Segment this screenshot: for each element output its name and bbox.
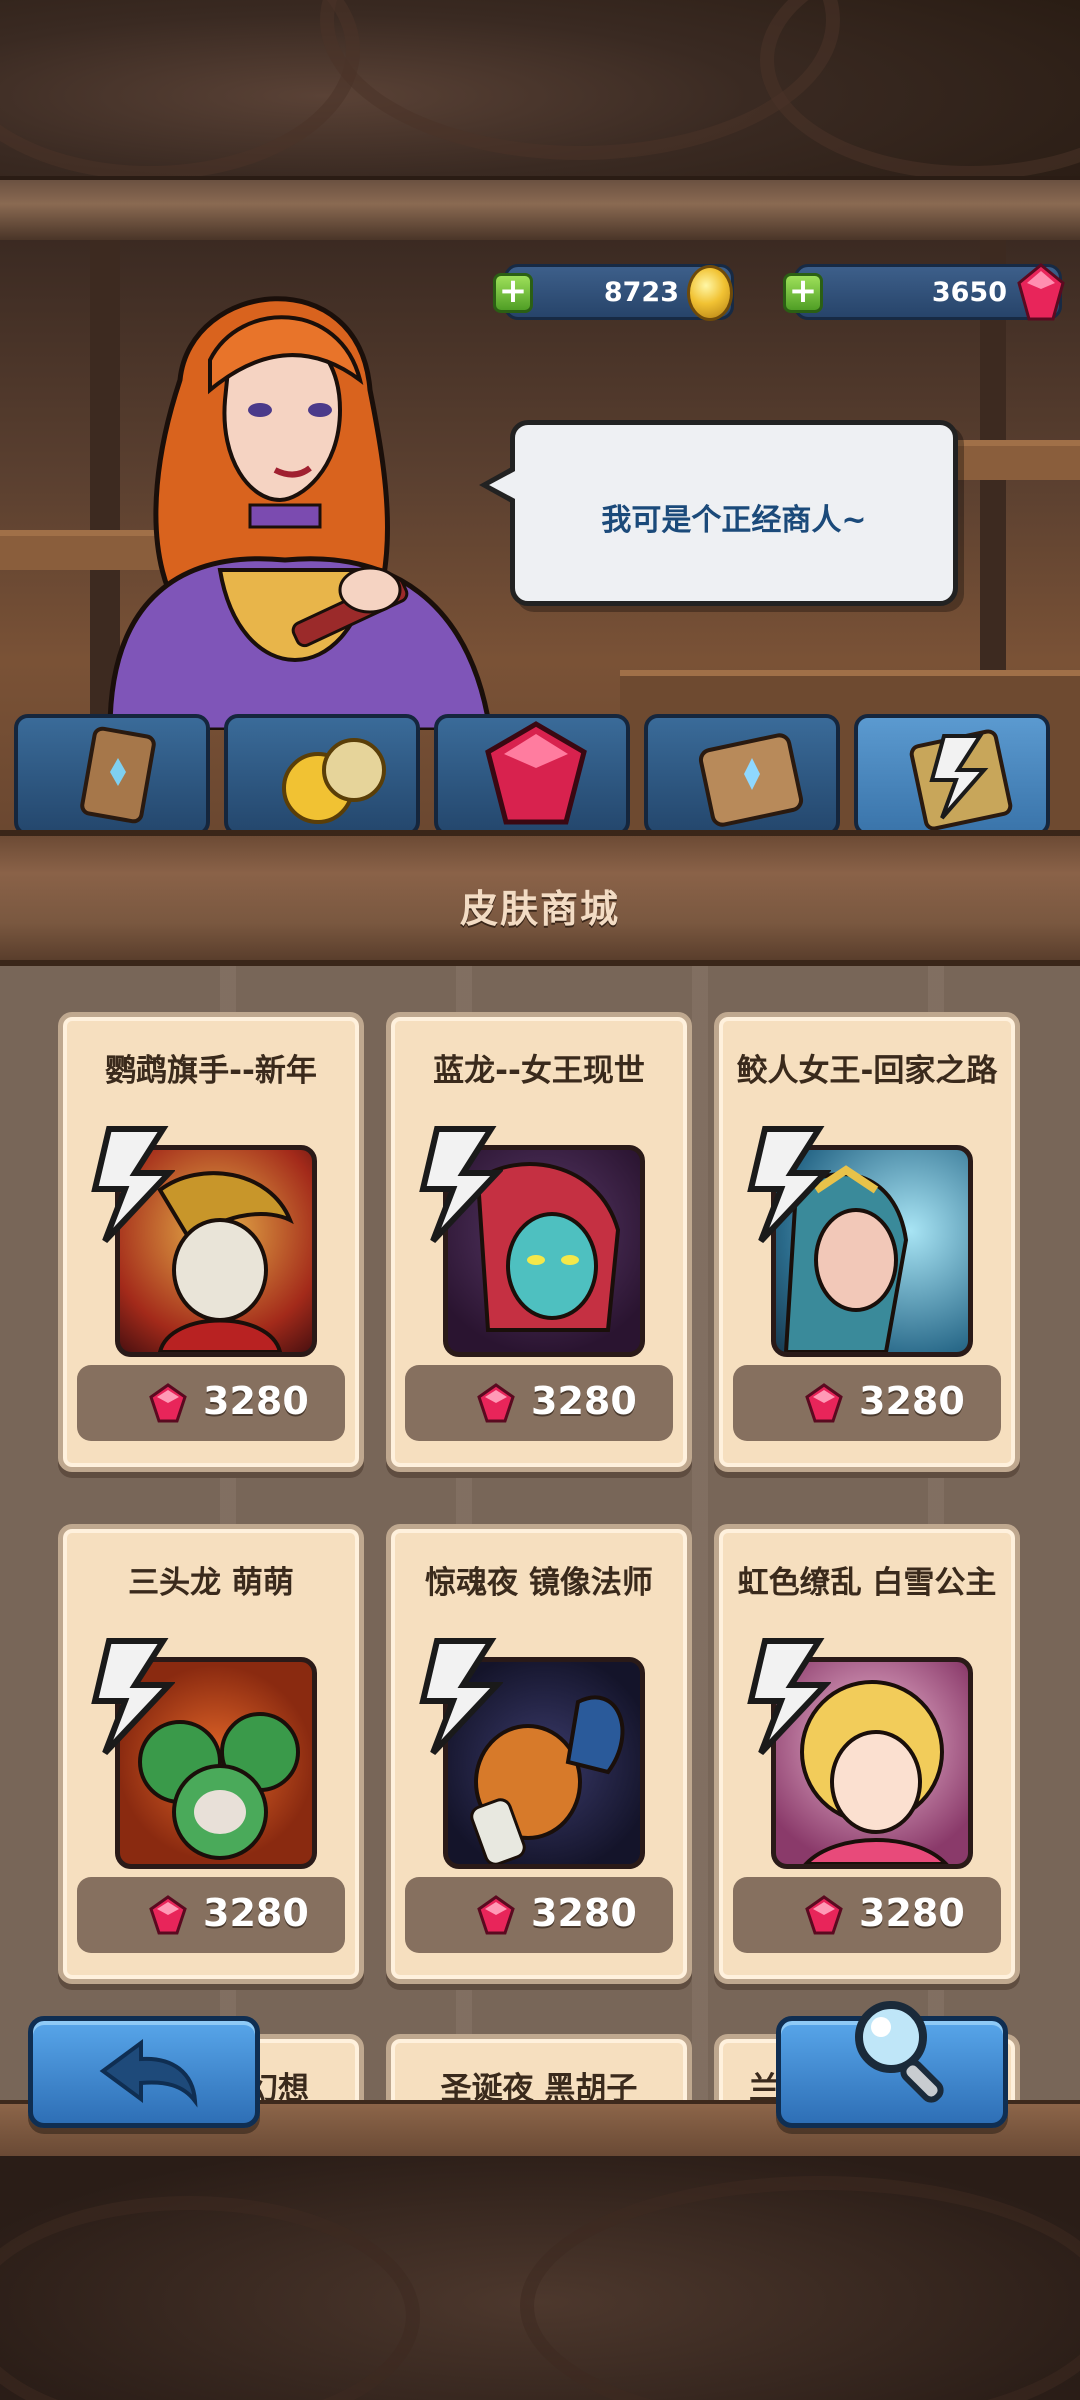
vine-decoration [520, 2176, 1080, 2400]
skin-card[interactable]: 惊魂夜 镜像法师 3280 [386, 1524, 692, 1984]
skin-name: 虹色缭乱 白雪公主 [737, 1565, 997, 1601]
bottom-frame [0, 2156, 1080, 2400]
price-tag: 3280 [77, 1365, 345, 1441]
skin-name: 鲛人女王-回家之路 [736, 1053, 998, 1089]
tab-skins[interactable] [854, 714, 1050, 836]
gem-counter: + 3650 [783, 263, 1065, 321]
search-icon [855, 2001, 944, 2103]
merchant-speech-bubble: 我可是个正经商人~ [479, 420, 958, 606]
price-tag: 3280 [733, 1365, 1001, 1441]
lightning-icon [91, 1638, 175, 1756]
skin-grid: 鹦鹉旗手--新年 3280 蓝龙--女王现世 3280 鲛人女王-回家之路 32… [0, 966, 1080, 2100]
vine-decoration [760, 0, 1080, 180]
skin-name: 三头龙 萌萌 [128, 1565, 294, 1601]
lightning-icon [747, 1126, 831, 1244]
gold-counter: + 8723 [493, 264, 734, 321]
price-value: 3280 [531, 1891, 637, 1935]
gold-amount: 8723 [603, 277, 679, 308]
gem-amount: 3650 [931, 277, 1007, 308]
gem-icon [149, 1895, 187, 1935]
tab-gold[interactable] [224, 714, 420, 836]
lightning-icon [419, 1126, 503, 1244]
gem-icon [149, 1383, 187, 1423]
coin-icon [687, 265, 733, 321]
merchant-speech-text: 我可是个正经商人~ [601, 503, 867, 538]
vine-decoration [0, 0, 360, 180]
shop-title: 皮肤商城 [459, 887, 620, 931]
bag-icon [80, 726, 156, 824]
skin-card[interactable]: 鹦鹉旗手--新年 3280 [58, 1012, 364, 1472]
merchant-character [107, 296, 493, 730]
back-arrow-icon [99, 2039, 198, 2108]
lightning-icon [91, 1126, 175, 1244]
skin-card[interactable]: 鲛人女王-回家之路 3280 [714, 1012, 1020, 1472]
skin-card[interactable]: 圣诞夜 黑胡子 [386, 2034, 692, 2100]
price-value: 3280 [203, 1891, 309, 1935]
lightning-icon [747, 1638, 831, 1756]
skin-name: 蓝龙--女王现世 [433, 1053, 645, 1089]
gem-icon [485, 721, 587, 825]
price-value: 3280 [203, 1379, 309, 1423]
search-button[interactable] [776, 2001, 1008, 2128]
gem-icon [1017, 263, 1065, 321]
tab-items[interactable] [14, 714, 210, 836]
price-tag: 3280 [405, 1877, 673, 1953]
top-frame [0, 0, 1080, 240]
coin-icon [282, 738, 386, 824]
scroll-icon [698, 733, 804, 827]
lightning-icon [419, 1638, 503, 1756]
price-tag: 3280 [405, 1365, 673, 1441]
skin-card-icon [909, 729, 1013, 831]
category-tabs [0, 714, 1080, 840]
skin-card[interactable]: 三头龙 萌萌 3280 [58, 1524, 364, 1984]
skin-card[interactable]: 蓝龙--女王现世 3280 [386, 1012, 692, 1472]
gem-icon [477, 1895, 515, 1935]
price-value: 3280 [859, 1891, 965, 1935]
add-gems-button[interactable]: + [783, 273, 823, 313]
skin-name: 鹦鹉旗手--新年 [105, 1053, 317, 1089]
gem-icon [805, 1383, 843, 1423]
tab-scrolls[interactable] [644, 714, 840, 836]
price-value: 3280 [859, 1379, 965, 1423]
gem-icon [805, 1895, 843, 1935]
tab-gems[interactable] [434, 714, 630, 836]
skin-name: 惊魂夜 镜像法师 [425, 1565, 653, 1601]
shop-title-bar: 皮肤商城 [0, 830, 1080, 966]
price-tag: 3280 [77, 1877, 345, 1953]
back-button[interactable] [28, 2016, 260, 2128]
skin-card[interactable]: 虹色缭乱 白雪公主 3280 [714, 1524, 1020, 1984]
price-value: 3280 [531, 1379, 637, 1423]
gem-icon [477, 1383, 515, 1423]
skin-name: 圣诞夜 黑胡子 [440, 2071, 638, 2100]
vine-decoration [0, 2196, 420, 2400]
price-tag: 3280 [733, 1877, 1001, 1953]
